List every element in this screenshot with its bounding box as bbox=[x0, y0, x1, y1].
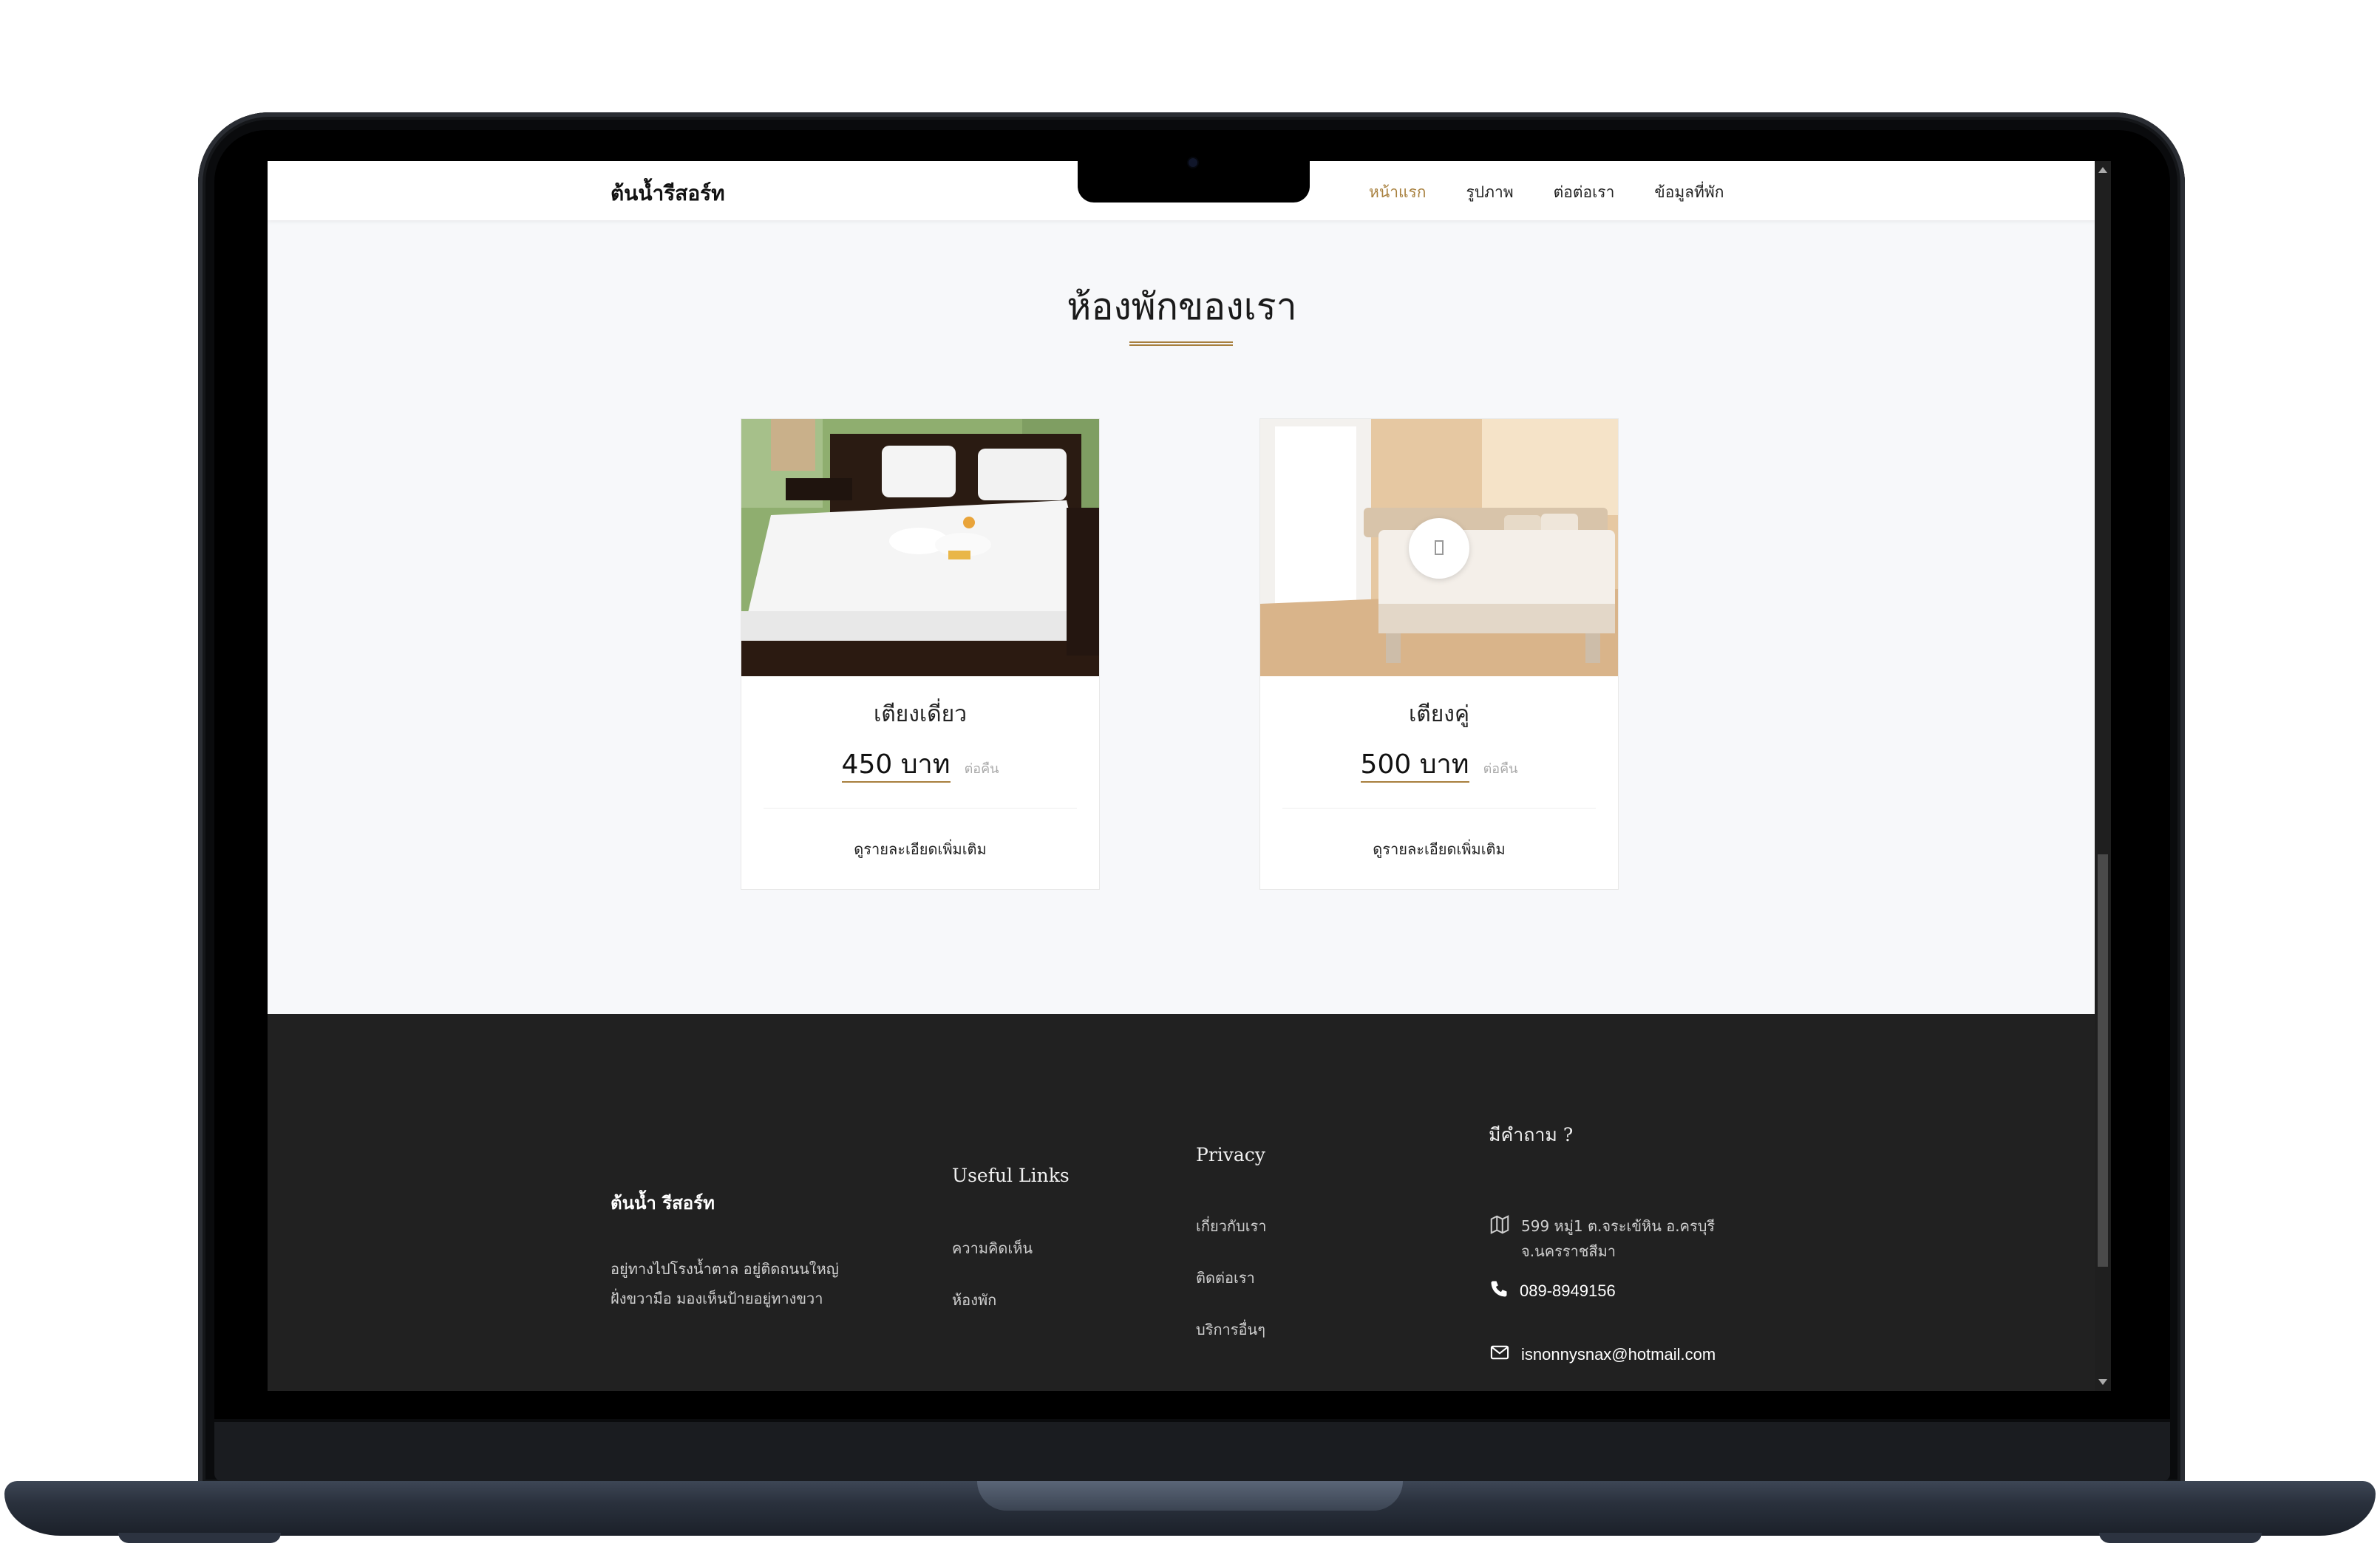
nav-link-gallery[interactable]: รูปภาพ bbox=[1466, 180, 1514, 205]
address-line1: 599 หมู่1 ต.จระเข้หิน อ.ครบุรี bbox=[1521, 1217, 1716, 1235]
room-photo-single[interactable] bbox=[741, 419, 1099, 676]
room-price: 500 บาท bbox=[1360, 749, 1469, 783]
footer-link-about[interactable]: เกี่ยวกับเรา bbox=[1196, 1214, 1267, 1238]
scroll-down-arrow-icon[interactable] bbox=[2098, 1379, 2107, 1385]
footer-brand: ต้นน้ำ รีสอร์ท bbox=[611, 1193, 715, 1214]
contact-phone[interactable]: 089-8949156 bbox=[1489, 1279, 1616, 1304]
contact-email[interactable]: isnonnysnax@hotmail.com bbox=[1489, 1342, 1716, 1367]
section-title-underline bbox=[1129, 341, 1233, 346]
scroll-up-arrow-icon[interactable] bbox=[2098, 167, 2107, 173]
email-address[interactable]: isnonnysnax@hotmail.com bbox=[1521, 1342, 1716, 1367]
privacy-heading: Privacy bbox=[1196, 1144, 1265, 1165]
nav-link-home[interactable]: หน้าแรก bbox=[1369, 180, 1427, 205]
footer-link-services[interactable]: บริการอื่นๆ bbox=[1196, 1318, 1267, 1341]
section-title: ห้องพักของเรา bbox=[1067, 285, 1297, 328]
camera-notch bbox=[1078, 161, 1310, 202]
room-card-single[interactable]: เตียงเดี่ยว 450 บาท ต่อคืน ดูรายละเอียดเ… bbox=[741, 418, 1100, 890]
footer-description-line1: อยู่ทางไปโรงน้ำตาล อยู่ติดถนนใหญ่ bbox=[611, 1260, 839, 1278]
nav-menu: หน้าแรก รูปภาพ ต่อต่อเรา ข้อมูลที่พัก bbox=[1369, 180, 1724, 205]
room-price-unit: ต่อคืน bbox=[1483, 761, 1518, 777]
useful-links-heading: Useful Links bbox=[952, 1165, 1070, 1186]
footer-useful-links: Useful Links ความคิดเห็น ห้องพัก bbox=[952, 1165, 1070, 1312]
room-price: 450 บาท bbox=[841, 749, 951, 783]
laptop-chin bbox=[214, 1422, 2170, 1481]
card-divider bbox=[1282, 808, 1596, 809]
camera-icon bbox=[1189, 158, 1197, 167]
room-details-link[interactable]: ดูรายละเอียดเพิ่มเติม bbox=[1260, 837, 1618, 861]
footer-link-rooms[interactable]: ห้องพัก bbox=[952, 1288, 1070, 1312]
footer-privacy: Privacy เกี่ยวกับเรา ติดต่อเรา บริการอื่… bbox=[1196, 1144, 1267, 1341]
room-price-unit: ต่อคืน bbox=[964, 761, 999, 777]
room-photo-double[interactable] bbox=[1260, 419, 1618, 676]
footer-contact: มีคำถาม ? bbox=[1489, 1120, 1573, 1150]
laptop-foot bbox=[2099, 1533, 2262, 1543]
browser-viewport: ต้นน้ำรีสอร์ท หน้าแรก รูปภาพ ต่อต่อเรา ข… bbox=[268, 161, 2096, 1391]
contact-address: 599 หมู่1 ต.จระเข้หิน อ.ครบุรี จ.นครราชส… bbox=[1489, 1214, 1715, 1264]
room-card-double[interactable]: เตียงคู่ 500 บาท ต่อคืน ดูรายละเอียดเพิ่… bbox=[1259, 418, 1619, 890]
room-name: เตียงเดี่ยว bbox=[873, 701, 968, 727]
footer-description-line2: ฝั่งขวามือ มองเห็นป้ายอยู่ทางขวา bbox=[611, 1290, 823, 1307]
room-price-row: 450 บาท ต่อคืน bbox=[741, 743, 1099, 785]
footer-about: ต้นน้ำ รีสอร์ท อยู่ทางไปโรงน้ำตาล อยู่ติ… bbox=[611, 1188, 839, 1313]
map-icon bbox=[1490, 1215, 1509, 1234]
contact-heading: มีคำถาม ? bbox=[1489, 1124, 1574, 1146]
site-footer: ต้นน้ำ รีสอร์ท อยู่ทางไปโรงน้ำตาล อยู่ติ… bbox=[268, 1014, 2096, 1391]
address-line2: จ.นครราชสีมา bbox=[1521, 1242, 1616, 1260]
phone-icon bbox=[1491, 1281, 1507, 1297]
site-brand[interactable]: ต้นน้ำรีสอร์ท bbox=[611, 177, 725, 210]
scrollbar[interactable] bbox=[2095, 161, 2111, 1391]
card-divider bbox=[764, 808, 1077, 809]
room-details-link[interactable]: ดูรายละเอียดเพิ่มเติม bbox=[741, 837, 1099, 861]
laptop-hinge bbox=[977, 1481, 1403, 1511]
play-icon bbox=[1435, 540, 1444, 555]
room-price-row: 500 บาท ต่อคืน bbox=[1260, 743, 1618, 785]
play-button[interactable] bbox=[1409, 518, 1469, 579]
footer-link-reviews[interactable]: ความคิดเห็น bbox=[952, 1236, 1070, 1260]
nav-link-contact[interactable]: ต่อต่อเรา bbox=[1554, 180, 1615, 205]
laptop-foot bbox=[118, 1533, 281, 1543]
mail-icon bbox=[1490, 1345, 1509, 1360]
scrollbar-thumb[interactable] bbox=[2098, 854, 2108, 1267]
footer-link-contact[interactable]: ติดต่อเรา bbox=[1196, 1266, 1267, 1290]
room-name: เตียงคู่ bbox=[1408, 701, 1470, 727]
phone-number[interactable]: 089-8949156 bbox=[1520, 1279, 1616, 1304]
nav-link-accommodation[interactable]: ข้อมูลที่พัก bbox=[1654, 180, 1724, 205]
